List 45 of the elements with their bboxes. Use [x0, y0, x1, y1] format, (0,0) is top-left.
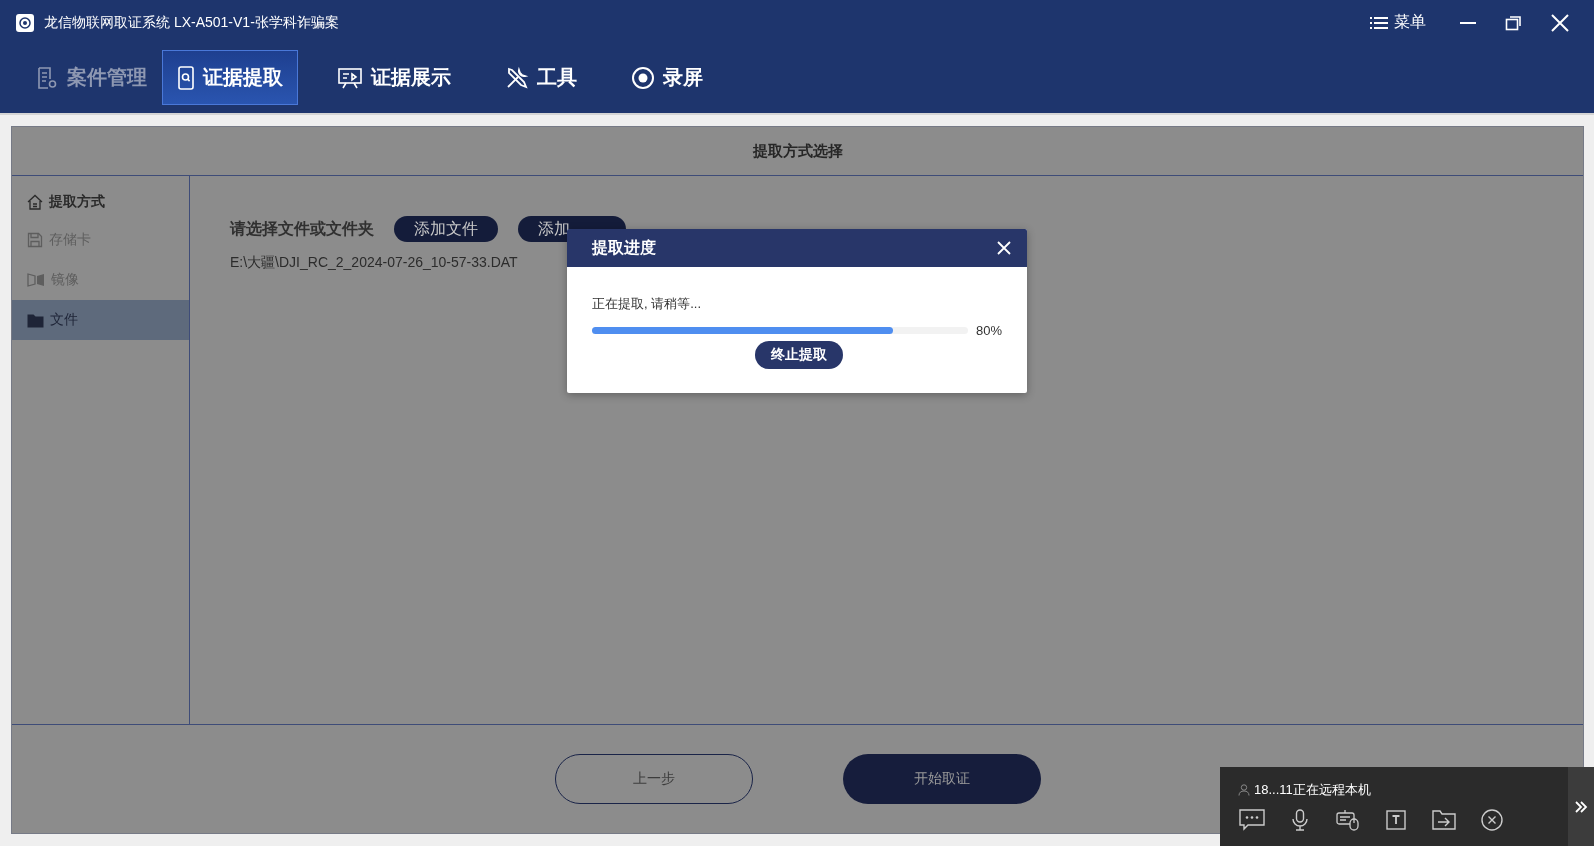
progress-percent: 80%: [976, 323, 1003, 338]
nav-tab[interactable]: 证据提取: [162, 50, 298, 105]
sidebar-heading: 提取方式: [49, 193, 105, 211]
dialog-title: 提取进度: [592, 237, 656, 258]
mirror-panels-icon: [27, 272, 45, 288]
stop-button[interactable]: 终止提取: [754, 341, 843, 369]
window-title: 龙信物联网取证系统 LX-A501-V1-张学科诈骗案: [44, 13, 339, 32]
keyboard-mouse-button[interactable]: [1334, 809, 1362, 831]
nav-tab[interactable]: 证据展示: [322, 50, 466, 105]
status-message: 正在提取, 请稍等...: [592, 295, 703, 313]
chat-icon: [1239, 809, 1265, 831]
chat-button[interactable]: [1238, 809, 1266, 831]
text-box-icon: [1386, 810, 1406, 830]
presentation-screen-icon: [337, 65, 363, 90]
nav-tab[interactable]: 工具: [490, 50, 592, 105]
remote-status: 18...11正在远程本机: [1254, 781, 1371, 799]
expand-button[interactable]: [1568, 767, 1594, 846]
document-gear-icon: [35, 65, 59, 90]
list-icon: [1370, 14, 1388, 31]
close-icon: [1550, 12, 1570, 33]
file-path: E:\大疆\DJI_RC_2_2024-07-26_10-57-33.DAT: [230, 254, 519, 272]
close-button[interactable]: [997, 241, 1011, 255]
double-chevron-icon: [1574, 799, 1588, 814]
prompt-label: 请选择文件或文件夹: [230, 218, 374, 239]
person-icon: [1238, 784, 1250, 796]
keyboard-mouse-icon: [1336, 809, 1360, 831]
panel-title: 提取方式选择: [752, 141, 843, 161]
close-circle-button[interactable]: [1478, 809, 1506, 831]
menu-button[interactable]: 菜单: [1370, 4, 1426, 41]
folder-icon: [27, 312, 44, 328]
folder-arrow-icon: [1432, 810, 1456, 830]
add-file-button[interactable]: 添加文件: [394, 216, 498, 242]
phone-search-icon: [177, 65, 195, 90]
record-icon: [631, 65, 655, 90]
restore-icon: [1505, 13, 1523, 32]
close-circle-icon: [1481, 809, 1503, 831]
home-icon: [27, 194, 43, 210]
folder-arrow-button[interactable]: [1430, 810, 1458, 830]
minimize-icon: [1459, 21, 1477, 24]
floppy-disk-icon: [27, 232, 43, 248]
start-button[interactable]: 开始取证: [842, 754, 1041, 804]
microphone-icon: [1291, 809, 1309, 831]
app-logo-icon: [16, 13, 34, 32]
nav-tab[interactable]: 录屏: [616, 50, 718, 105]
close-icon: [997, 241, 1011, 255]
